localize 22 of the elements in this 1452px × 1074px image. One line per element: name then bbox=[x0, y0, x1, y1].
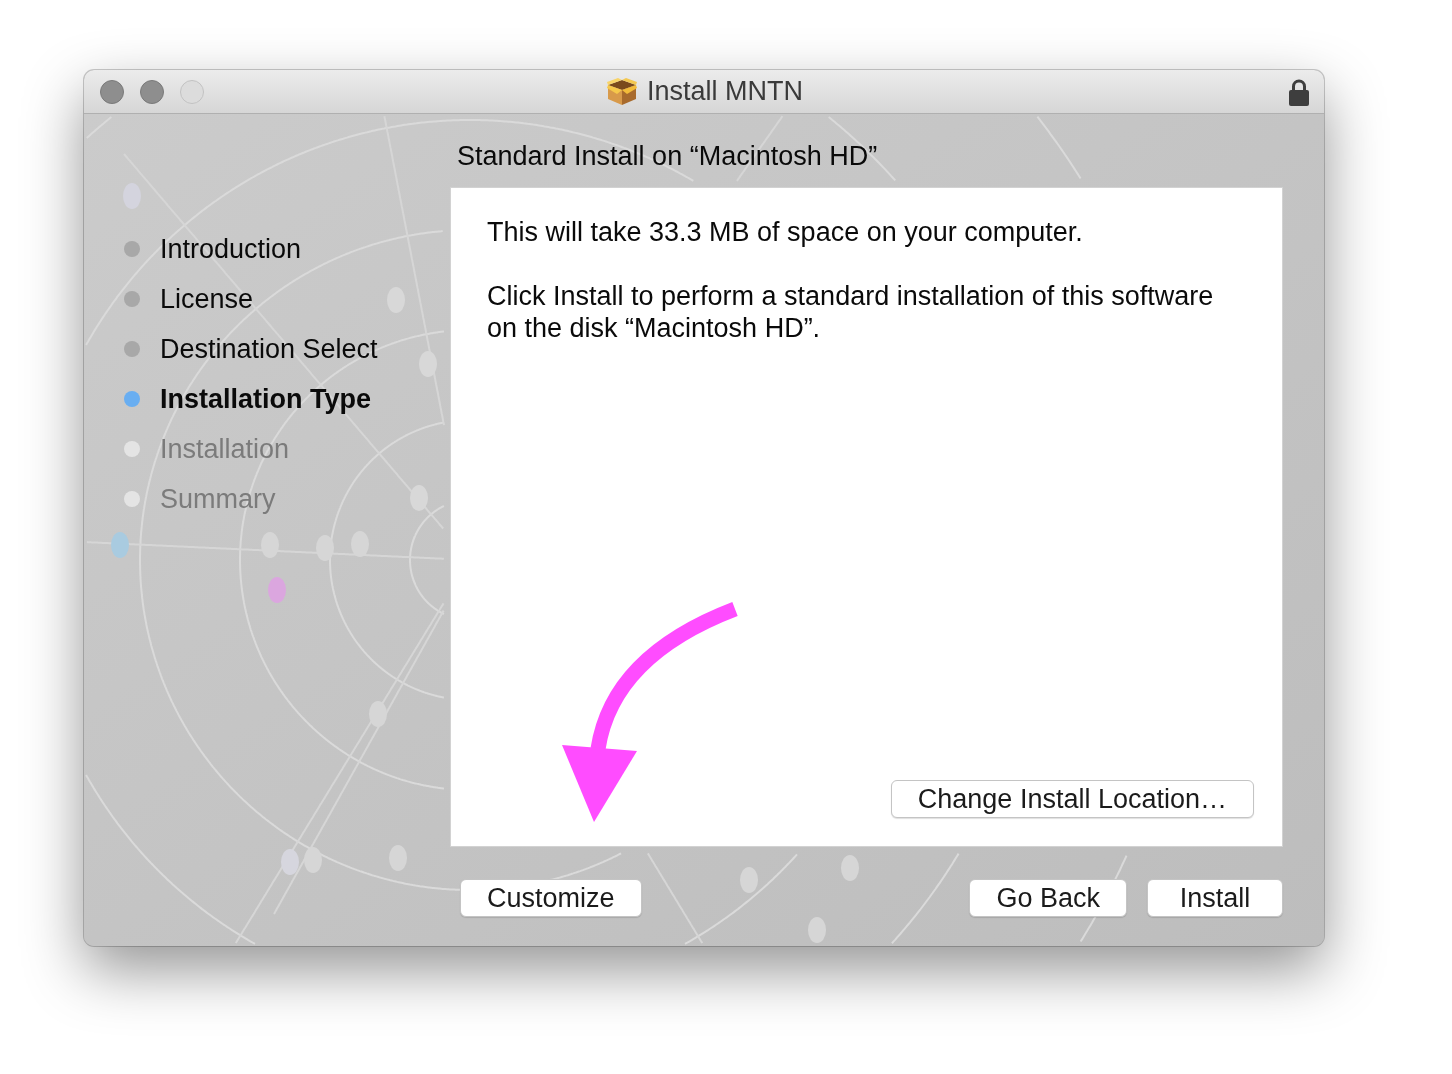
step-label: Installation bbox=[160, 433, 290, 465]
step-label: Installation Type bbox=[160, 383, 372, 415]
star-dot bbox=[111, 532, 129, 558]
close-button[interactable] bbox=[100, 79, 124, 104]
star-dot bbox=[281, 849, 299, 875]
change-location-button[interactable]: Change Install Location… bbox=[890, 780, 1254, 818]
customize-button[interactable]: Customize bbox=[460, 879, 642, 917]
info-text: This will take 33.3 MB of space on your computer. bbox=[487, 216, 1083, 248]
install-button[interactable]: Install bbox=[1147, 879, 1283, 917]
info-text: Click Install to perform a standard installation of this software on the disk “Macintosh HD”. bbox=[487, 280, 1215, 344]
step-label: Introduction bbox=[160, 233, 302, 265]
star-dot bbox=[740, 867, 758, 893]
package-icon bbox=[607, 77, 637, 106]
lock-icon bbox=[1288, 77, 1310, 106]
section-heading: Standard Install on “Macintosh HD” bbox=[457, 140, 878, 172]
window-title: Install MNTN bbox=[647, 76, 803, 107]
star-dot bbox=[268, 577, 286, 603]
go-back-button[interactable]: Go Back bbox=[969, 879, 1127, 917]
minimize-button[interactable] bbox=[140, 79, 164, 104]
step-label: Destination Select bbox=[160, 333, 378, 365]
step-label: License bbox=[160, 283, 254, 315]
step-label: Summary bbox=[160, 483, 276, 515]
